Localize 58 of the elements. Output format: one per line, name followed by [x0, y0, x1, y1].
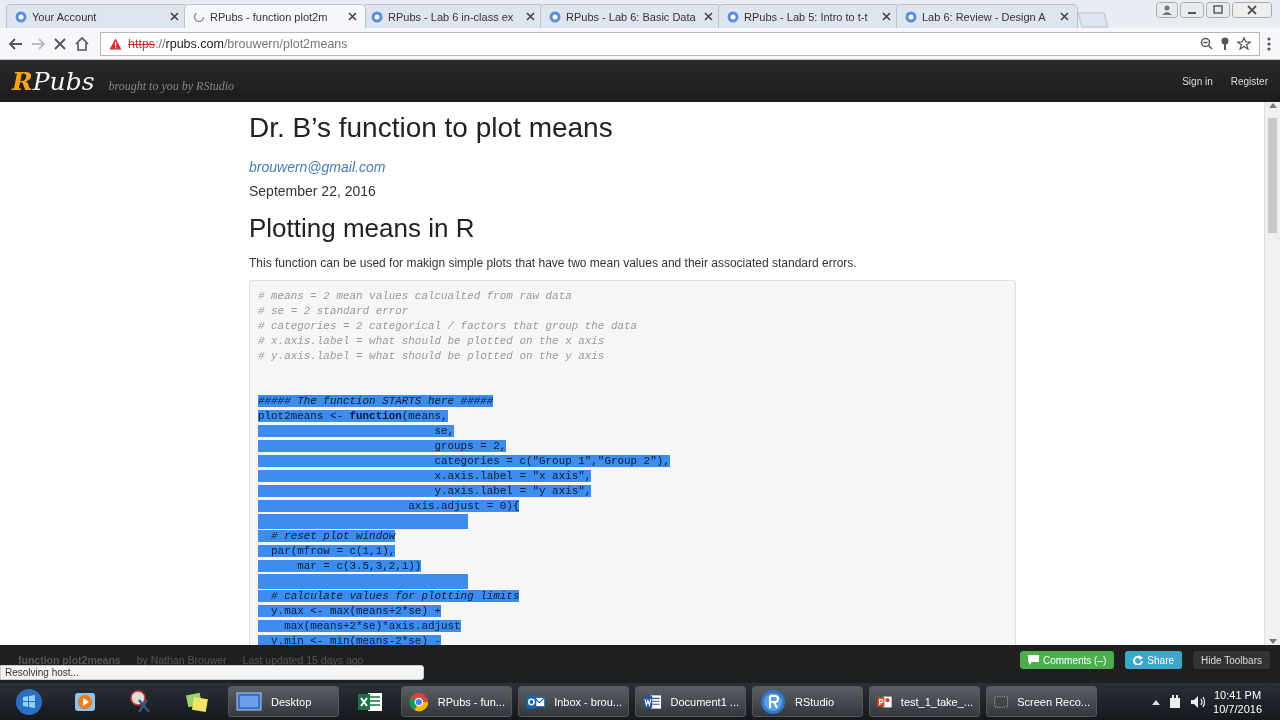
user-icon[interactable] — [1156, 2, 1178, 18]
warning-icon — [109, 37, 122, 50]
code-comment: # means = 2 mean values calcualted from raw data — [258, 290, 572, 302]
intro-paragraph: This function can be used for makign simple plots that have two mean values and their associated standard errors. — [249, 256, 858, 270]
zoom-icon[interactable] — [1200, 37, 1213, 50]
publish-date: September 22, 2016 — [249, 183, 377, 199]
taskbar-button[interactable]: test_1_take_... — [869, 686, 980, 717]
site-tagline: brought to you by RStudio — [108, 78, 235, 94]
code-comment: # se = 2 standard error — [258, 305, 409, 317]
site-icon — [905, 10, 917, 23]
scrollbar[interactable] — [1264, 102, 1280, 645]
hide-toolbars-button[interactable]: Hide Toolbars — [1193, 651, 1270, 669]
minimize-icon[interactable] — [1180, 2, 1204, 18]
close-icon[interactable] — [704, 12, 713, 21]
code-comment: # y.axis.label = what should be plotted on the y axis — [258, 350, 605, 362]
status-bubble: Resolving host... — [0, 665, 424, 680]
code-comment: ##### The function STARTS here ##### — [258, 395, 494, 407]
taskbar-button[interactable]: RPubs - fun... — [401, 686, 512, 717]
close-icon[interactable] — [170, 12, 179, 21]
menu-icon[interactable] — [1266, 35, 1272, 52]
address-field[interactable]: https://rpubs.com/brouwern/plot2means — [100, 31, 1260, 56]
loading-spinner-icon — [193, 10, 205, 23]
pin-icon[interactable] — [1219, 37, 1231, 50]
close-icon[interactable] — [882, 12, 891, 21]
taskbar-button[interactable]: Document1 ... — [635, 686, 746, 717]
start-button[interactable] — [15, 687, 43, 716]
taskbar-button[interactable]: Screen Reco... — [986, 686, 1097, 717]
clock[interactable]: 10:41 PM 10/7/2016 — [1213, 687, 1262, 716]
star-icon[interactable] — [1237, 37, 1251, 50]
site-icon — [549, 10, 561, 23]
share-icon — [1133, 655, 1144, 665]
home-icon[interactable] — [74, 35, 90, 52]
maximize-icon[interactable] — [1206, 2, 1230, 18]
section-heading: Plotting means in R — [249, 213, 476, 244]
header-link[interactable]: Sign in — [1182, 75, 1213, 87]
code-comment: # x.axis.label = what should be plotted on the x axis — [258, 335, 605, 347]
header-link[interactable]: Register — [1230, 75, 1268, 87]
author-email-link[interactable]: brouwern@gmail.com — [249, 159, 386, 175]
close-icon[interactable] — [526, 12, 535, 21]
taskbar-button[interactable]: Inbox - brou... — [518, 686, 629, 717]
site-icon — [371, 10, 383, 23]
taskbar-button[interactable]: RStudio — [752, 686, 863, 717]
taskbar-button[interactable]: Desktop — [228, 686, 339, 717]
speech-bubble-icon — [1028, 655, 1039, 665]
site-icon — [727, 10, 739, 23]
back-icon[interactable] — [8, 35, 24, 52]
close-icon[interactable] — [1232, 2, 1272, 18]
close-icon[interactable] — [348, 12, 357, 21]
browser-tab[interactable]: RPubs - function plot2m — [184, 4, 366, 28]
site-icon — [15, 10, 27, 23]
site-logo[interactable]: RPubs — [12, 66, 95, 96]
document-title: Dr. B’s function to plot means — [249, 112, 614, 144]
r-app-icon — [759, 687, 787, 716]
scrollbar-thumb[interactable] — [1268, 118, 1277, 233]
code-comment: # calculate values for plotting limits — [258, 590, 520, 602]
close-icon[interactable] — [1060, 12, 1069, 21]
code-comment: # categories = 2 categorical / factors that group the data — [258, 320, 638, 332]
stop-icon[interactable] — [52, 35, 68, 52]
